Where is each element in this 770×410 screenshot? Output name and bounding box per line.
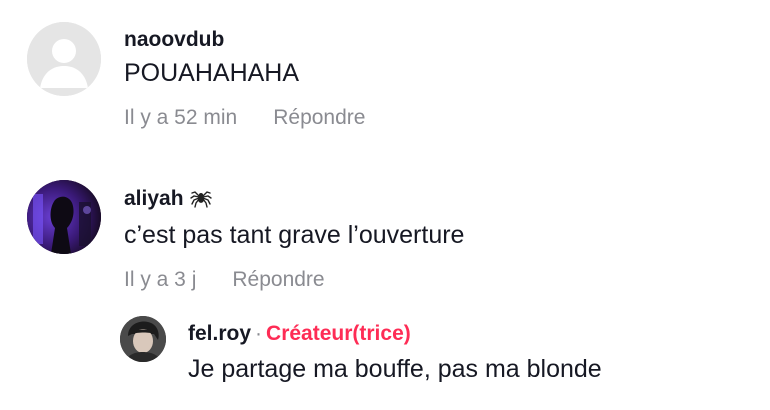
comment-timestamp: Il y a 3 j bbox=[124, 268, 197, 291]
reply-header: fel.roy · Créateur(trice) bbox=[188, 322, 602, 346]
reply-text: Je partage ma bouffe, pas ma blonde bbox=[188, 355, 602, 383]
comment-body: naoovdub POUAHAHAHA Il y a 52 min Répondr… bbox=[124, 28, 365, 130]
comment-username[interactable]: aliyah bbox=[124, 186, 464, 214]
reply-username[interactable]: fel.roy bbox=[188, 322, 251, 345]
user-photo bbox=[120, 316, 166, 362]
user-photo bbox=[27, 180, 101, 254]
comment-text: POUAHAHAHA bbox=[124, 59, 300, 87]
avatar[interactable] bbox=[27, 22, 101, 96]
avatar[interactable] bbox=[27, 180, 101, 254]
creator-badge: Créateur(trice) bbox=[266, 322, 411, 345]
avatar[interactable] bbox=[120, 316, 166, 362]
comment-text: c’est pas tant grave l’ouverture bbox=[124, 221, 465, 249]
default-user-icon bbox=[27, 22, 101, 96]
comment-timestamp: Il y a 52 min bbox=[124, 106, 238, 129]
comment-meta: Il y a 3 j Répondre bbox=[124, 268, 464, 292]
comments-panel: naoovdub POUAHAHAHA Il y a 52 min Répondr… bbox=[0, 0, 770, 410]
reply-button[interactable]: Répondre bbox=[232, 268, 324, 291]
comment-username-text: aliyah bbox=[124, 187, 184, 210]
reply-body: fel.roy · Créateur(trice) Je partage ma bo… bbox=[188, 322, 602, 384]
spider-icon bbox=[189, 186, 212, 214]
comment-username[interactable]: naoovdub bbox=[124, 28, 365, 52]
comment-body: aliyah c’est pas tant grave l’ouverture … bbox=[124, 186, 464, 292]
comment-meta: Il y a 52 min Répondre bbox=[124, 106, 365, 130]
separator-dot: · bbox=[255, 322, 263, 345]
reply-button[interactable]: Répondre bbox=[273, 106, 365, 129]
